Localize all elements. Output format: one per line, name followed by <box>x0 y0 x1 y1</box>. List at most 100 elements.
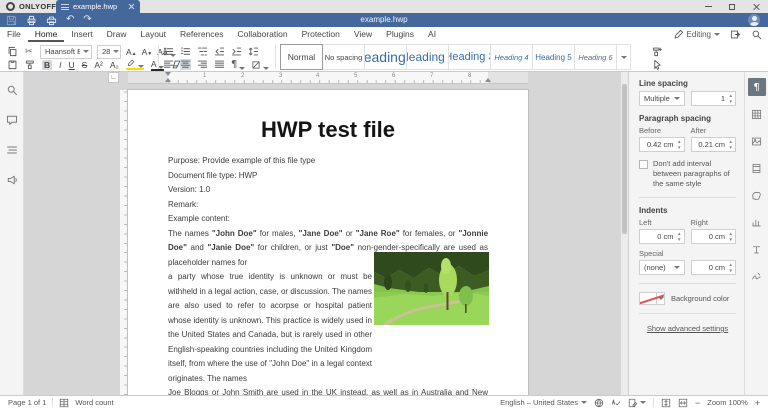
paste-button[interactable] <box>7 59 18 70</box>
line-spacing-button[interactable] <box>248 46 259 57</box>
style-normal[interactable]: Normal <box>280 44 323 70</box>
page-indicator[interactable]: Page 1 of 1 <box>8 398 46 407</box>
zoom-level[interactable]: Zoom 100% <box>707 398 747 407</box>
indent-right-spinner[interactable]: 0 cm ▲ ▼ <box>690 229 736 244</box>
tab-protection[interactable]: Protection <box>295 27 347 42</box>
font-name-select[interactable]: Haansoft Batang <box>40 44 92 59</box>
signature-settings-button[interactable] <box>748 267 766 285</box>
tab-plugins[interactable]: Plugins <box>379 27 421 42</box>
font-size-select[interactable]: 28 <box>97 44 121 59</box>
advanced-settings-link[interactable]: Show advanced settings <box>639 324 736 333</box>
style-heading2[interactable]: Heading 2 <box>406 44 449 70</box>
right-indent-marker[interactable] <box>485 78 491 82</box>
style-heading3[interactable]: Heading 3 <box>448 44 491 70</box>
window-close-button[interactable] <box>744 0 768 13</box>
feedback-support-button[interactable] <box>6 174 18 186</box>
indent-left-spinner[interactable]: 0 cm ▲ ▼ <box>639 229 685 244</box>
tab-close-icon[interactable] <box>128 3 135 10</box>
highlight-color-button[interactable] <box>125 59 144 70</box>
user-avatar[interactable] <box>748 14 760 26</box>
style-heading4[interactable]: Heading 4 <box>490 44 533 70</box>
increase-indent-button[interactable] <box>231 46 242 57</box>
zoom-out-button[interactable]: − <box>695 398 700 408</box>
table-settings-button[interactable] <box>748 105 766 123</box>
scrollbar-thumb[interactable] <box>622 84 627 234</box>
decrease-indent-button[interactable] <box>214 46 225 57</box>
tab-draw[interactable]: Draw <box>100 27 134 42</box>
decrease-font-button[interactable]: A ▼ <box>142 47 153 57</box>
tab-stop-selector[interactable]: ∟ <box>108 72 119 83</box>
navigation-headings-button[interactable] <box>6 144 18 156</box>
document-page[interactable]: HWP test file Purpose: Provide example o… <box>128 90 528 395</box>
background-color-picker[interactable] <box>639 292 665 305</box>
underline-button[interactable]: U <box>69 60 75 70</box>
meadow-photo[interactable] <box>374 252 489 325</box>
tab-view[interactable]: View <box>347 27 379 42</box>
select-tool-button[interactable] <box>652 59 663 70</box>
fit-page-button[interactable] <box>661 398 671 408</box>
style-heading6[interactable]: Heading 6 <box>574 44 617 70</box>
copy-style-button[interactable] <box>652 46 663 57</box>
document-tab[interactable]: example.hwp <box>56 0 140 13</box>
spacing-before-spinner[interactable]: 0.42 cm ▲ ▼ <box>639 137 685 152</box>
superscript-button[interactable]: A² <box>94 60 103 70</box>
same-style-interval-checkbox[interactable]: Don't add interval between paragraphs of… <box>639 159 736 189</box>
increase-font-button[interactable]: A ▲ <box>126 47 137 57</box>
textart-settings-button[interactable] <box>748 240 766 258</box>
style-heading5[interactable]: Heading 5 <box>532 44 575 70</box>
editing-mode-dropdown[interactable]: Editing <box>673 29 720 40</box>
style-no-spacing[interactable]: No spacing <box>322 44 365 70</box>
align-left-button[interactable] <box>163 59 174 70</box>
align-justify-button[interactable] <box>214 59 225 70</box>
search-button[interactable] <box>751 29 762 40</box>
multilevel-list-button[interactable] <box>197 46 208 57</box>
shape-settings-button[interactable] <box>748 186 766 204</box>
tab-insert[interactable]: Insert <box>64 27 99 42</box>
window-maximize-button[interactable] <box>720 0 744 13</box>
open-file-location-button[interactable] <box>730 29 741 40</box>
set-language-globe-button[interactable] <box>594 398 604 408</box>
copy-button[interactable] <box>7 46 18 57</box>
document-canvas[interactable]: ∟ 1 2 3 4 5 6 7 8 HWP test file Purpose:… <box>24 72 628 395</box>
align-center-button[interactable] <box>180 59 191 70</box>
align-right-button[interactable] <box>197 59 208 70</box>
styles-expand-button[interactable] <box>616 44 631 70</box>
style-heading1[interactable]: Heading 1 <box>364 44 407 70</box>
bullet-list-button[interactable] <box>163 46 174 57</box>
tab-file[interactable]: File <box>0 27 28 42</box>
word-count-button[interactable]: Word count <box>75 398 113 407</box>
zoom-in-button[interactable]: + <box>755 398 760 408</box>
bold-button[interactable]: B <box>42 59 53 70</box>
cut-button[interactable]: ✂ <box>25 47 33 57</box>
window-minimize-button[interactable] <box>696 0 720 13</box>
spacing-after-spinner[interactable]: 0.21 cm ▲ ▼ <box>690 137 736 152</box>
first-line-indent-marker[interactable] <box>165 72 171 76</box>
image-settings-button[interactable] <box>748 132 766 150</box>
search-sidebar-button[interactable] <box>6 84 18 96</box>
comments-sidebar-button[interactable] <box>6 114 18 126</box>
language-selector[interactable]: English – United States <box>500 398 588 407</box>
paragraph-settings-button[interactable]: ¶ <box>747 78 766 96</box>
line-spacing-amount-spinner[interactable]: 1 ▲ ▼ <box>690 91 736 106</box>
tab-home[interactable]: Home <box>28 27 65 42</box>
shading-button[interactable] <box>251 60 270 70</box>
tab-collaboration[interactable]: Collaboration <box>231 27 295 42</box>
special-amount-spinner[interactable]: 0 cm ▲ ▼ <box>690 260 736 275</box>
tab-layout[interactable]: Layout <box>134 27 174 42</box>
track-changes-button[interactable] <box>628 398 647 408</box>
headerfooter-settings-button[interactable] <box>748 159 766 177</box>
special-indent-select[interactable]: (none) <box>639 260 685 275</box>
tab-references[interactable]: References <box>173 27 230 42</box>
subscript-button[interactable]: A₂ <box>110 60 119 70</box>
hanging-indent-marker[interactable] <box>165 78 171 82</box>
format-painter-button[interactable] <box>25 59 36 70</box>
document-scrollbar[interactable] <box>621 72 628 395</box>
line-spacing-select[interactable]: Multiple <box>639 91 685 106</box>
italic-button[interactable]: I <box>59 60 61 70</box>
numbered-list-button[interactable] <box>180 46 191 57</box>
chart-settings-button[interactable] <box>748 213 766 231</box>
strikethrough-button[interactable]: S <box>82 60 88 70</box>
tab-ai[interactable]: AI <box>421 27 443 42</box>
fit-width-button[interactable] <box>678 398 688 408</box>
spellcheck-button[interactable] <box>611 398 621 408</box>
